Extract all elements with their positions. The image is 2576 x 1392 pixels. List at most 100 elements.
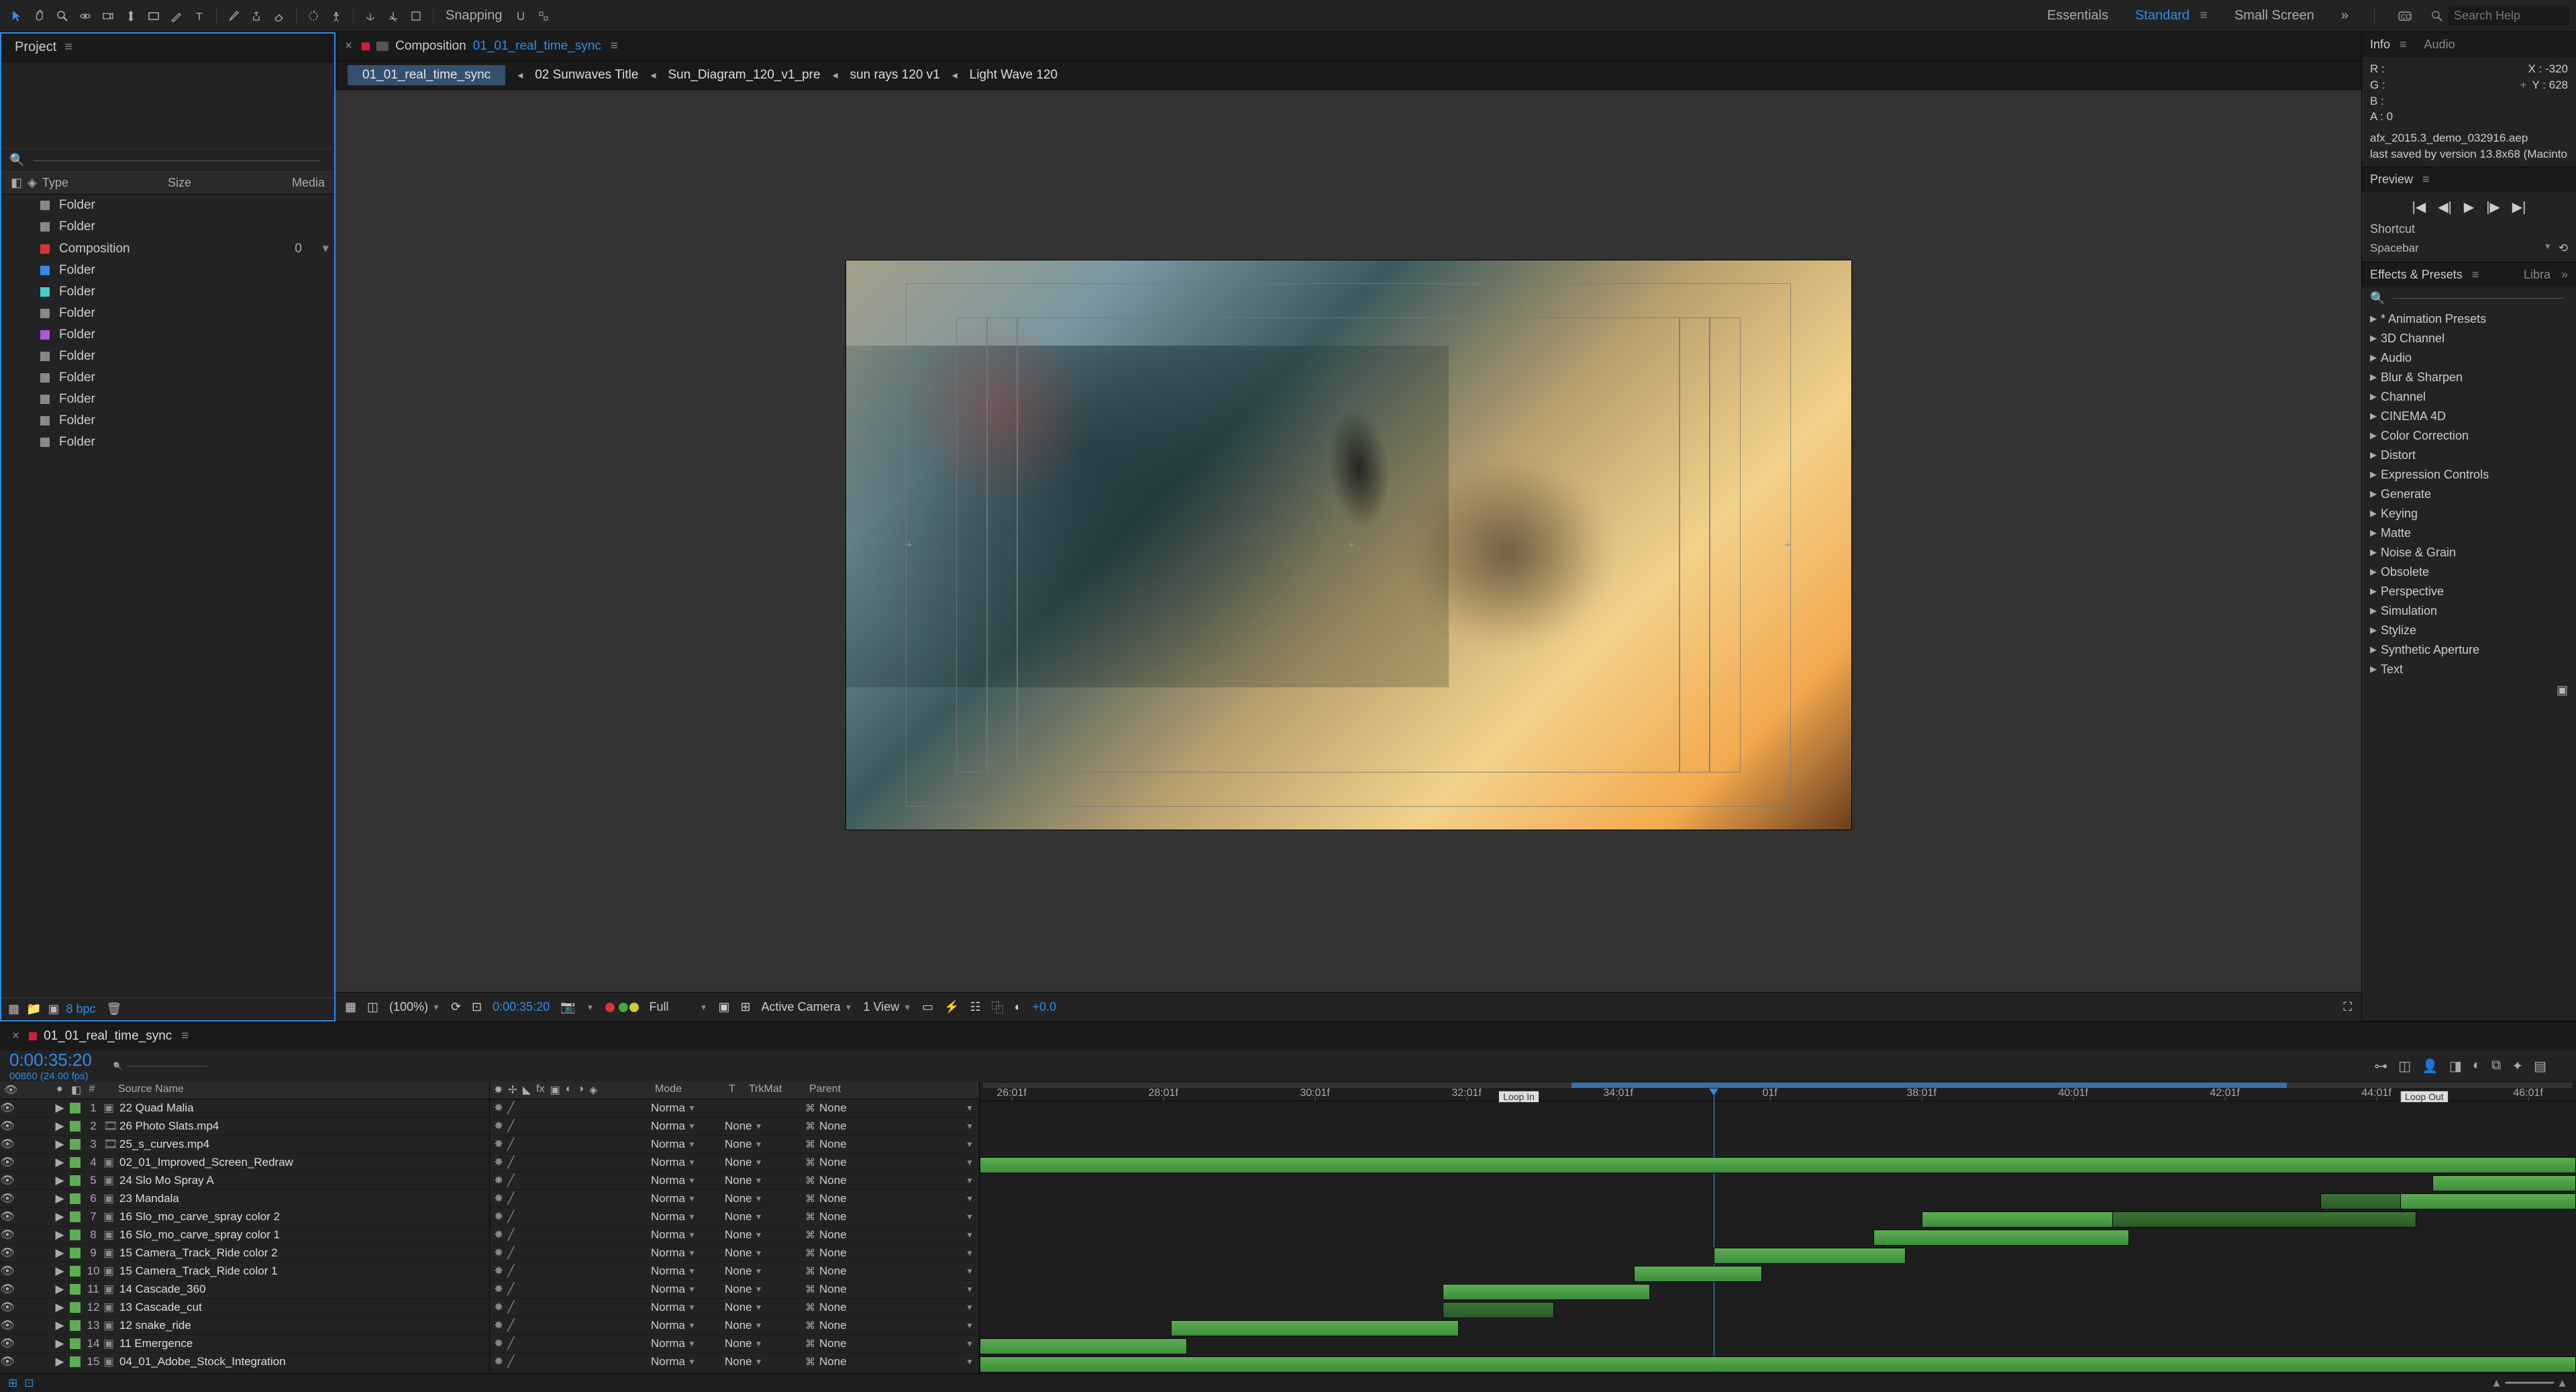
project-item[interactable]: Folder (1, 367, 334, 389)
orbit-tool[interactable] (75, 6, 95, 26)
close-tab-icon[interactable]: × (342, 39, 355, 54)
close-timeline-tab-icon[interactable]: × (9, 1029, 22, 1044)
quality-icon[interactable]: ╱ (507, 1264, 514, 1278)
parent-menu[interactable]: None (819, 1301, 847, 1314)
first-frame-icon[interactable]: |◀ (2412, 199, 2426, 215)
collapse-transform-icon[interactable]: ✸ (494, 1355, 503, 1369)
track-matte[interactable]: None▼ (725, 1120, 805, 1133)
transparency-grid-icon[interactable]: ◫ (367, 1000, 378, 1014)
views-menu[interactable]: 1 View▼ (863, 1000, 911, 1014)
parent-pickwhip-icon[interactable]: ⌘ (805, 1356, 815, 1368)
new-bin-icon[interactable]: ▣ (2557, 683, 2568, 697)
bit-depth[interactable]: 8 bpc (66, 1002, 95, 1016)
effects-category[interactable]: ▶Channel (2362, 387, 2576, 407)
layer-color[interactable] (70, 1211, 81, 1222)
quality-icon[interactable]: ╱ (507, 1319, 514, 1332)
parent-menu[interactable]: None (819, 1192, 847, 1205)
toggle-switches-icon[interactable]: ⊞ (8, 1377, 17, 1390)
pan-behind-tool[interactable] (121, 6, 141, 26)
effects-category[interactable]: ▶* Animation Presets (2362, 309, 2576, 329)
motion-blur-icon[interactable]: ◐ (2473, 1058, 2481, 1075)
world-axis-icon[interactable] (383, 6, 403, 26)
twirl-icon[interactable]: ▶ (52, 1174, 67, 1187)
parent-menu[interactable]: None (819, 1101, 847, 1115)
timeline-comp-name[interactable]: 01_01_real_time_sync (44, 1029, 172, 1044)
effects-category[interactable]: ▶Stylize (2362, 621, 2576, 640)
twirl-icon[interactable]: ▶ (52, 1301, 67, 1314)
collapse-transform-icon[interactable]: ✸ (494, 1337, 503, 1350)
local-axis-icon[interactable] (360, 6, 380, 26)
layer-row[interactable]: 👁▶13▣12 snake_ride (0, 1317, 489, 1335)
interpret-footage-icon[interactable]: ▦ (8, 1002, 19, 1016)
effects-category[interactable]: ▶Distort (2362, 446, 2576, 465)
timeline-search[interactable]: 🔍 (113, 1062, 207, 1071)
parent-menu[interactable]: None (819, 1283, 847, 1296)
project-search[interactable]: 🔍 (9, 153, 326, 167)
collapse-transform-icon[interactable]: ✸ (494, 1174, 503, 1187)
panel-menu-icon[interactable]: ≡ (181, 1029, 189, 1044)
track-matte[interactable]: None▼ (725, 1174, 805, 1187)
twirl-icon[interactable]: ▶ (52, 1192, 67, 1205)
collapse-transform-icon[interactable]: ✸ (494, 1210, 503, 1224)
frame-blend-icon[interactable]: ◨ (2449, 1058, 2462, 1075)
project-item[interactable]: Folder (1, 216, 334, 238)
flowchart-icon[interactable]: ⿻ (992, 999, 1004, 1016)
info-tab[interactable]: Info (2370, 38, 2390, 52)
effects-category[interactable]: ▶CINEMA 4D (2362, 407, 2576, 426)
parent-pickwhip-icon[interactable]: ⌘ (805, 1211, 815, 1223)
layer-row[interactable]: 👁▶8▣16 Slo_mo_carve_spray color 1 (0, 1226, 489, 1244)
twirl-icon[interactable]: ▶ (52, 1355, 67, 1369)
project-item[interactable]: Folder (1, 324, 334, 346)
parent-menu[interactable]: None (819, 1138, 847, 1151)
parent-pickwhip-icon[interactable]: ⌘ (805, 1138, 815, 1150)
layer-color[interactable] (70, 1356, 81, 1367)
roi-icon[interactable]: ▣ (718, 1000, 729, 1014)
reset-icon[interactable]: ⟲ (2559, 242, 2568, 255)
color-mgmt-icon[interactable] (605, 1003, 639, 1012)
libraries-tab[interactable]: Libra (2524, 268, 2551, 282)
blend-mode[interactable]: Norma▼ (651, 1319, 725, 1332)
snapshot-icon[interactable]: 📷 (560, 1000, 575, 1014)
collapse-transform-icon[interactable]: ✸ (494, 1264, 503, 1278)
effects-category[interactable]: ▶Simulation (2362, 601, 2576, 621)
layer-bar[interactable] (2400, 1193, 2576, 1209)
prev-frame-icon[interactable]: ◀| (2438, 199, 2452, 215)
layer-bar[interactable] (1443, 1302, 1555, 1318)
project-item[interactable]: Folder (1, 410, 334, 432)
visibility-toggle[interactable]: 👁 (0, 1192, 15, 1205)
parent-pickwhip-icon[interactable]: ⌘ (805, 1301, 815, 1313)
effects-category[interactable]: ▶Perspective (2362, 582, 2576, 601)
blend-mode[interactable]: Norma▼ (651, 1246, 725, 1260)
layer-color[interactable] (70, 1320, 81, 1331)
layer-color[interactable] (70, 1230, 81, 1240)
pen-tool[interactable] (166, 6, 187, 26)
layer-color[interactable] (70, 1103, 81, 1113)
effects-category[interactable]: ▶Noise & Grain (2362, 543, 2576, 562)
layer-bar[interactable] (2432, 1175, 2576, 1191)
layer-row[interactable]: 👁▶3🎞25_s_curves.mp4 (0, 1136, 489, 1154)
track-matte[interactable]: None▼ (725, 1246, 805, 1260)
layer-color[interactable] (70, 1338, 81, 1349)
effects-category[interactable]: ▶Audio (2362, 348, 2576, 368)
blend-mode[interactable]: Norma▼ (651, 1192, 725, 1205)
quality-icon[interactable]: ╱ (507, 1210, 514, 1224)
layer-row[interactable]: 👁▶11▣14 Cascade_360 (0, 1281, 489, 1299)
project-item[interactable]: Folder (1, 195, 334, 216)
project-item[interactable]: Folder (1, 281, 334, 303)
collapse-transform-icon[interactable]: ✸ (494, 1319, 503, 1332)
track-matte[interactable]: None▼ (725, 1228, 805, 1242)
layer-color[interactable] (70, 1157, 81, 1168)
blend-mode[interactable]: Norma▼ (651, 1337, 725, 1350)
timeline-current-time[interactable]: 0:00:35:20 (9, 1050, 92, 1071)
layer-row[interactable]: 👁▶10▣15 Camera_Track_Ride color 1 (0, 1262, 489, 1281)
shy-icon[interactable]: 👤 (2422, 1058, 2438, 1075)
breadcrumb-item[interactable]: sun rays 120 v1 (850, 68, 940, 83)
resolution-menu[interactable]: Full▼ (650, 1000, 708, 1014)
type-tool[interactable]: T (189, 6, 209, 26)
last-frame-icon[interactable]: ▶| (2512, 199, 2526, 215)
layer-row[interactable]: 👁▶4▣02_01_Improved_Screen_Redraw (0, 1154, 489, 1172)
visibility-toggle[interactable]: 👁 (0, 1210, 15, 1224)
search-help-input[interactable] (2449, 6, 2569, 26)
workspace-small-screen[interactable]: Small Screen (2229, 5, 2320, 26)
roto-brush-tool[interactable] (303, 6, 323, 26)
